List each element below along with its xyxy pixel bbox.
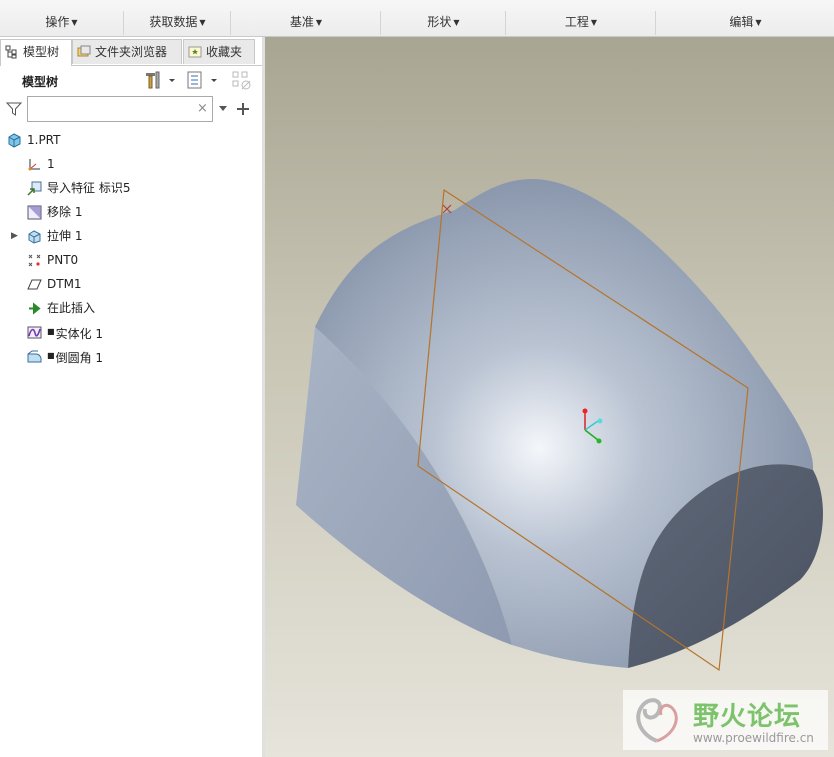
tree-node-label: 实体化 1 <box>55 327 104 341</box>
ribbon-group-label: 获取数据 <box>149 15 198 29</box>
tree-item-extrude[interactable]: ▶ 拉伸 1 <box>11 225 83 247</box>
ribbon-group-datum[interactable]: 基准 ▼ <box>230 11 381 35</box>
forum-watermark: 野火论坛 www.proewildfire.cn <box>623 690 828 750</box>
coordinate-system-icon <box>28 159 40 171</box>
ribbon-group-editing[interactable]: 编辑 ▼ <box>655 11 834 35</box>
lock-icon: ■ <box>47 351 55 360</box>
hidden-items-icon <box>232 71 251 90</box>
tree-item-round[interactable]: ■倒圆角 1 <box>27 345 104 367</box>
ribbon-group-shapes[interactable]: 形状 ▼ <box>380 11 506 35</box>
expand-arrow-icon[interactable]: ▶ <box>11 225 18 247</box>
ribbon-group-engineering[interactable]: 工程 ▼ <box>505 11 656 35</box>
ribbon-group-label: 操作 <box>45 15 70 29</box>
ribbon-group-bar: 操作 ▼ 获取数据 ▼ 基准 ▼ 形状 ▼ 工程 ▼ 编辑 ▼ <box>0 0 834 37</box>
dropdown-arrow-icon: ▼ <box>755 18 762 27</box>
add-filter-icon[interactable] <box>236 102 250 116</box>
dropdown-arrow-icon: ▼ <box>71 18 78 27</box>
solidify-icon <box>27 326 42 339</box>
dropdown-arrow-icon: ▼ <box>453 18 460 27</box>
ribbon-group-label: 编辑 <box>729 15 754 29</box>
tab-label: 模型树 <box>23 45 60 59</box>
ribbon-group-label: 工程 <box>564 15 589 29</box>
tree-node-label: PNT0 <box>47 253 79 267</box>
dropdown-arrow-icon: ▼ <box>199 18 206 27</box>
tab-label: 文件夹浏览器 <box>95 45 168 59</box>
extrude-icon <box>28 230 41 244</box>
tree-item-solidify[interactable]: ■实体化 1 <box>27 321 104 343</box>
tree-item-insert-here[interactable]: 在此插入 <box>29 297 96 319</box>
wildfire-logo-icon <box>636 698 678 743</box>
navigator-panel: 模型树 文件夹浏览器 收藏夹 模型树 × 1.PRT 1 导入特征 标识5 移除… <box>0 37 263 757</box>
tools-icon <box>146 71 160 89</box>
tree-filter-toggle[interactable] <box>230 69 254 91</box>
lock-icon: ■ <box>47 327 55 336</box>
tree-node-label: 移除 1 <box>47 205 83 219</box>
tree-node-label: 导入特征 标识5 <box>47 181 131 195</box>
folder-browser-icon <box>77 45 91 57</box>
tab-label: 收藏夹 <box>206 45 243 59</box>
ribbon-group-operations[interactable]: 操作 ▼ <box>0 11 123 35</box>
tree-item-datum-plane[interactable]: DTM1 <box>27 273 82 295</box>
tree-item-import-feature[interactable]: 导入特征 标识5 <box>27 177 131 199</box>
watermark-title: 野火论坛 <box>693 702 802 732</box>
dropdown-arrow-icon <box>211 79 217 82</box>
part-icon <box>8 133 21 148</box>
graphics-viewport[interactable] <box>265 37 834 757</box>
tree-node-label: 在此插入 <box>47 301 96 315</box>
round-icon <box>27 350 42 363</box>
datum-plane-icon <box>27 279 42 290</box>
show-options-button[interactable] <box>185 69 221 91</box>
tree-item-remove[interactable]: 移除 1 <box>27 201 83 223</box>
tree-node-label: DTM1 <box>47 277 82 291</box>
remove-icon <box>27 205 42 220</box>
ribbon-group-label: 形状 <box>427 15 452 29</box>
ribbon-group-get-data[interactable]: 获取数据 ▼ <box>123 11 231 35</box>
tree-title: 模型树 <box>22 75 59 89</box>
tree-node-label: 1.PRT <box>27 133 61 147</box>
model-tree-icon <box>5 45 17 59</box>
tree-item-coordinate-system[interactable]: 1 <box>28 153 55 175</box>
watermark-url: www.proewildfire.cn <box>693 731 814 745</box>
datum-point-icon <box>28 254 41 267</box>
tab-folder-browser[interactable]: 文件夹浏览器 <box>72 39 182 64</box>
tree-search-row: × <box>0 95 262 125</box>
list-view-icon <box>187 71 202 89</box>
ribbon-icons-strip <box>0 0 834 11</box>
tree-node-label: 拉伸 1 <box>47 229 83 243</box>
tab-model-tree[interactable]: 模型树 <box>0 39 72 66</box>
tree-settings-button[interactable] <box>142 69 178 91</box>
tree-node-label: 倒圆角 1 <box>55 351 104 365</box>
dropdown-arrow-icon: ▼ <box>590 18 598 27</box>
tree-root[interactable]: 1.PRT <box>8 129 61 151</box>
dropdown-arrow-icon <box>169 79 175 82</box>
model-render <box>296 179 823 672</box>
tree-node-label: 1 <box>47 157 55 171</box>
navigator-tabs: 模型树 文件夹浏览器 收藏夹 <box>0 39 262 66</box>
datum-plane-corner-marker <box>442 204 452 214</box>
favorites-icon <box>188 46 202 58</box>
search-dropdown-icon[interactable] <box>218 105 228 113</box>
clear-search-icon[interactable]: × <box>197 101 208 116</box>
tree-toolbar: 模型树 <box>0 66 262 94</box>
tree-item-datum-point[interactable]: PNT0 <box>28 249 79 271</box>
dropdown-arrow-icon: ▼ <box>315 18 323 27</box>
insert-here-arrow-icon <box>29 302 41 315</box>
tree-search-input[interactable] <box>27 96 213 122</box>
tab-favorites[interactable]: 收藏夹 <box>183 39 255 64</box>
ribbon-group-label: 基准 <box>289 15 314 29</box>
import-feature-icon <box>27 181 42 196</box>
filter-funnel-icon[interactable] <box>6 101 22 117</box>
